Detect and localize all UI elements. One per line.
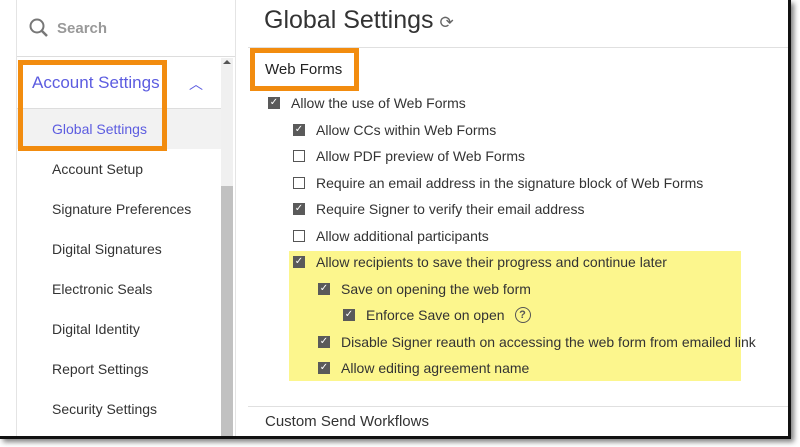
option-label: Require an email address in the signatur… (316, 174, 704, 191)
checkbox-option[interactable]: ✓ Allow editing agreement name (318, 359, 529, 377)
checkbox-option[interactable]: Allow additional participants (293, 227, 489, 245)
checkbox-unchecked[interactable] (293, 229, 305, 242)
sidebar-item-digital-identity[interactable]: Digital Identity (52, 321, 140, 337)
scroll-up-arrow-icon[interactable] (223, 60, 231, 64)
checkbox-option[interactable]: ✓ Disable Signer reauth on accessing the … (318, 333, 756, 351)
checkbox-checked[interactable]: ✓ (318, 282, 330, 295)
checkbox-checked[interactable]: ✓ (293, 256, 305, 268)
help-icon[interactable]: ? (514, 307, 531, 323)
checkbox-checked[interactable]: ✓ (293, 123, 305, 136)
search-input[interactable]: Search (17, 0, 235, 57)
window: Search Account Settings ︿ Global Setting… (0, 0, 791, 439)
option-label: Allow recipients to save their progress … (316, 254, 667, 270)
scrollbar-thumb[interactable] (221, 186, 233, 436)
option-label: Save on opening the web form (341, 280, 531, 297)
checkbox-option[interactable]: ✓ Allow the use of Web Forms (268, 94, 466, 112)
checkbox-checked[interactable]: ✓ (318, 362, 330, 374)
option-label: Enforce Save on open (366, 307, 505, 323)
checkbox-unchecked[interactable] (293, 176, 305, 189)
sidebar-item-electronic-seals[interactable]: Electronic Seals (52, 281, 152, 297)
option-label: Allow editing agreement name (341, 360, 530, 376)
sidebar-item-signature-preferences[interactable]: Signature Preferences (52, 201, 191, 217)
checkbox-checked[interactable]: ✓ (268, 97, 280, 109)
search-icon (29, 18, 48, 37)
sidebar-item-digital-signatures[interactable]: Digital Signatures (52, 241, 162, 257)
checkbox-option[interactable]: ✓ Require Signer to verify their email ad… (293, 200, 584, 218)
option-label: Allow PDF preview of Web Forms (316, 148, 526, 164)
section-heading: Custom Send Workflows (265, 413, 429, 430)
chevron-up-icon[interactable]: ︿ (189, 74, 203, 94)
checkbox-option[interactable]: ✓ Allow CCs within Web Forms (293, 121, 496, 139)
checkbox-option[interactable]: Allow PDF preview of Web Forms (293, 147, 525, 165)
checkbox-option[interactable]: ✓ Allow recipients to save their progress… (293, 253, 667, 271)
option-label: Allow CCs within Web Forms (316, 121, 497, 138)
sidebar-item-security-settings[interactable]: Security Settings (52, 401, 157, 417)
checkbox-option[interactable]: ✓ Save on opening the web form (318, 280, 531, 298)
checkbox-unchecked[interactable] (293, 150, 305, 162)
checkbox-option[interactable]: ✓ Enforce Save on open? (343, 306, 531, 324)
refresh-icon[interactable]: ⟳ (440, 13, 454, 32)
search-placeholder: Search (57, 19, 108, 37)
checkbox-option[interactable]: Require an email address in the signatur… (293, 174, 703, 192)
divider (248, 406, 788, 407)
option-label: Disable Signer reauth on accessing the w… (341, 333, 756, 350)
checkbox-checked[interactable]: ✓ (318, 335, 330, 348)
option-label: Allow the use of Web Forms (291, 95, 466, 111)
page-title: Global Settings ⟳ (264, 6, 454, 34)
option-label: Allow additional participants (316, 227, 489, 244)
checkbox-checked[interactable]: ✓ (343, 309, 355, 321)
callout-box (250, 48, 359, 91)
checkbox-checked[interactable]: ✓ (293, 203, 305, 215)
sidebar-item-account-setup[interactable]: Account Setup (52, 161, 143, 177)
callout-box (18, 60, 167, 151)
sidebar-item-report-settings[interactable]: Report Settings (52, 361, 149, 377)
sidebar-scrollbar[interactable] (221, 58, 233, 436)
option-label: Require Signer to verify their email add… (316, 201, 585, 217)
